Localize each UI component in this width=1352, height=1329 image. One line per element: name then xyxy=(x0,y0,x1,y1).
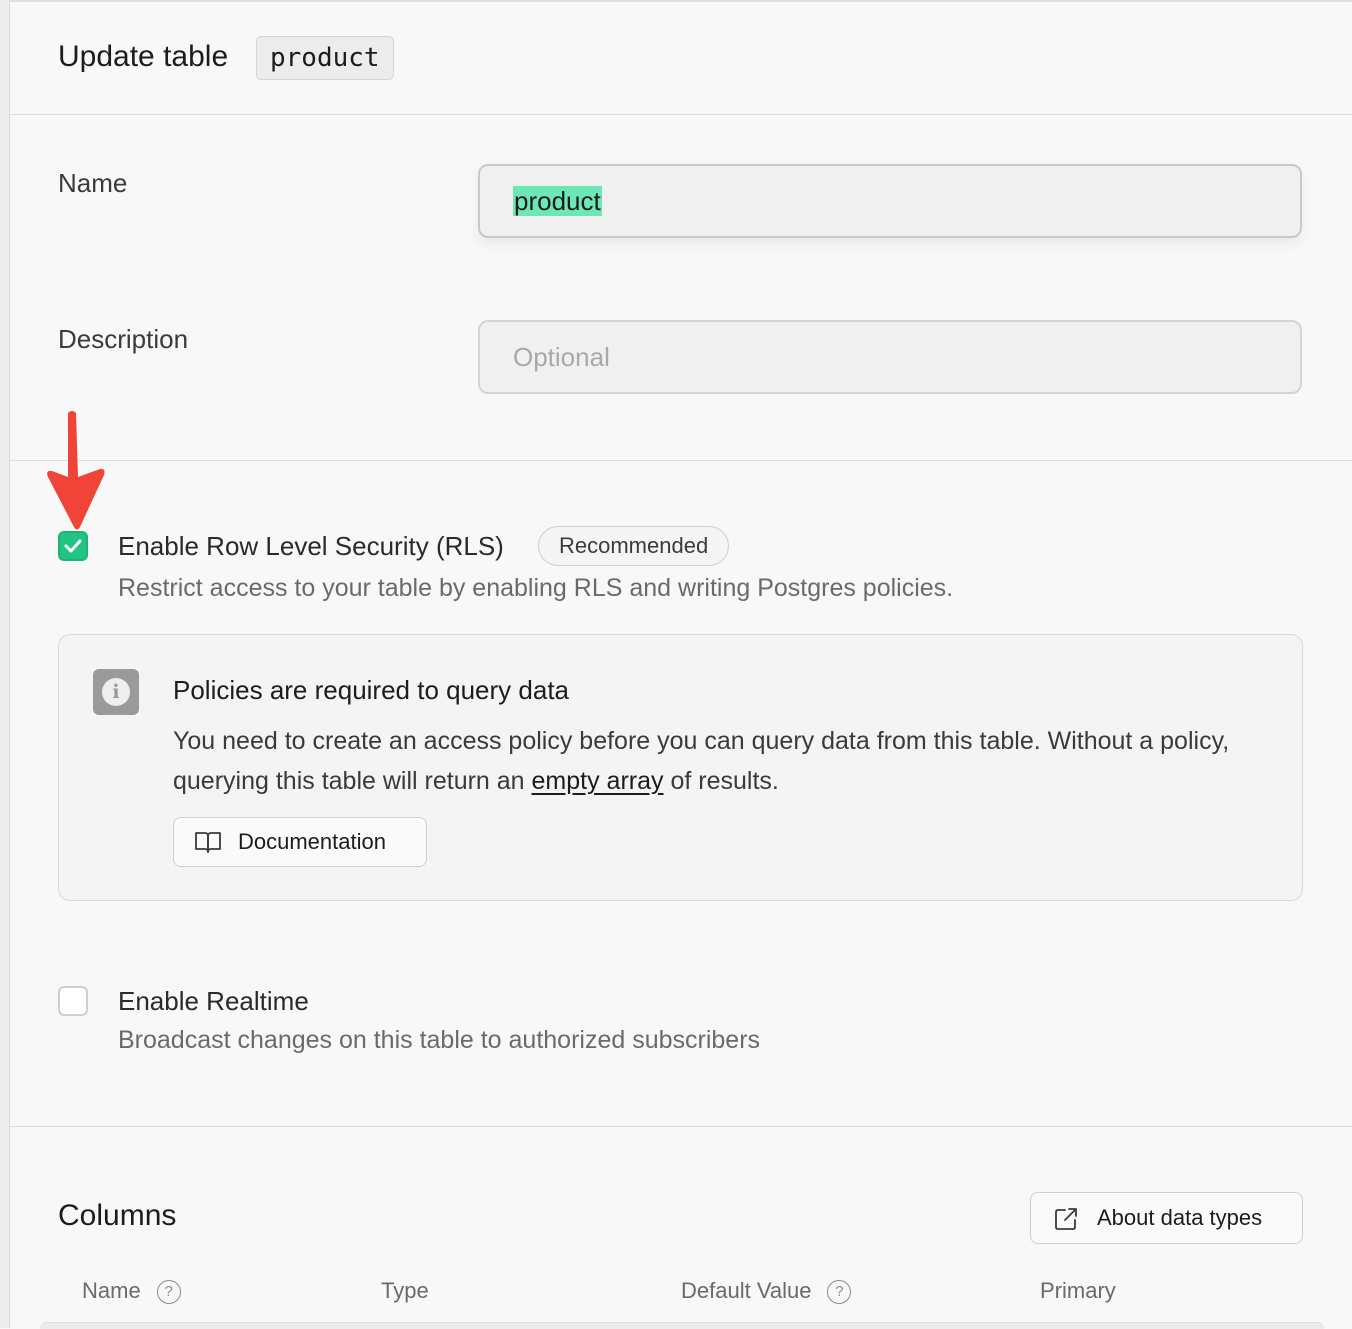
annotation-arrow-icon xyxy=(47,411,105,530)
policies-alert: i Policies are required to query data Yo… xyxy=(58,634,1303,901)
description-placeholder: Optional xyxy=(513,342,610,372)
form-divider xyxy=(10,460,1352,461)
realtime-description: Broadcast changes on this table to autho… xyxy=(118,1026,761,1054)
rls-description: Restrict access to your table by enablin… xyxy=(118,574,954,602)
column-header-default-value: Default Value? xyxy=(681,1278,852,1304)
empty-array-link[interactable]: empty array xyxy=(532,767,664,795)
name-input[interactable]: product xyxy=(478,164,1302,238)
rls-checkbox[interactable] xyxy=(58,531,88,561)
external-link-icon xyxy=(1055,1208,1077,1230)
about-data-types-button[interactable]: About data types xyxy=(1030,1192,1303,1244)
column-header-type: Type xyxy=(381,1278,429,1303)
about-data-types-label: About data types xyxy=(1097,1205,1263,1230)
name-label: Name xyxy=(58,168,128,198)
checkmark-icon xyxy=(64,539,82,553)
name-input-value: product xyxy=(513,186,602,216)
table-name-chip: product xyxy=(256,36,394,80)
realtime-checkbox[interactable] xyxy=(58,986,88,1016)
name-help-icon[interactable]: ? xyxy=(156,1280,181,1304)
documentation-button[interactable]: Documentation xyxy=(173,817,427,867)
realtime-divider xyxy=(10,1126,1352,1127)
alert-body: You need to create an access policy befo… xyxy=(173,727,1230,795)
recommended-badge: Recommended xyxy=(538,526,730,566)
description-label: Description xyxy=(58,324,189,354)
alert-title: Policies are required to query data xyxy=(173,675,570,705)
header-divider xyxy=(10,114,1352,115)
panel-title: Update table xyxy=(58,40,229,73)
realtime-title: Enable Realtime xyxy=(118,986,309,1016)
columns-title: Columns xyxy=(58,1199,177,1232)
column-header-name: Name? xyxy=(82,1278,181,1304)
default-value-help-icon[interactable]: ? xyxy=(827,1280,852,1304)
column-header-primary: Primary xyxy=(1040,1278,1116,1303)
documentation-label: Documentation xyxy=(238,829,386,854)
info-icon: i xyxy=(93,669,139,715)
top-border xyxy=(9,0,1352,2)
description-input[interactable]: Optional xyxy=(478,320,1302,394)
book-icon xyxy=(195,832,221,853)
rls-title: Enable Row Level Security (RLS) xyxy=(118,531,504,561)
left-panel-edge xyxy=(0,0,10,1328)
